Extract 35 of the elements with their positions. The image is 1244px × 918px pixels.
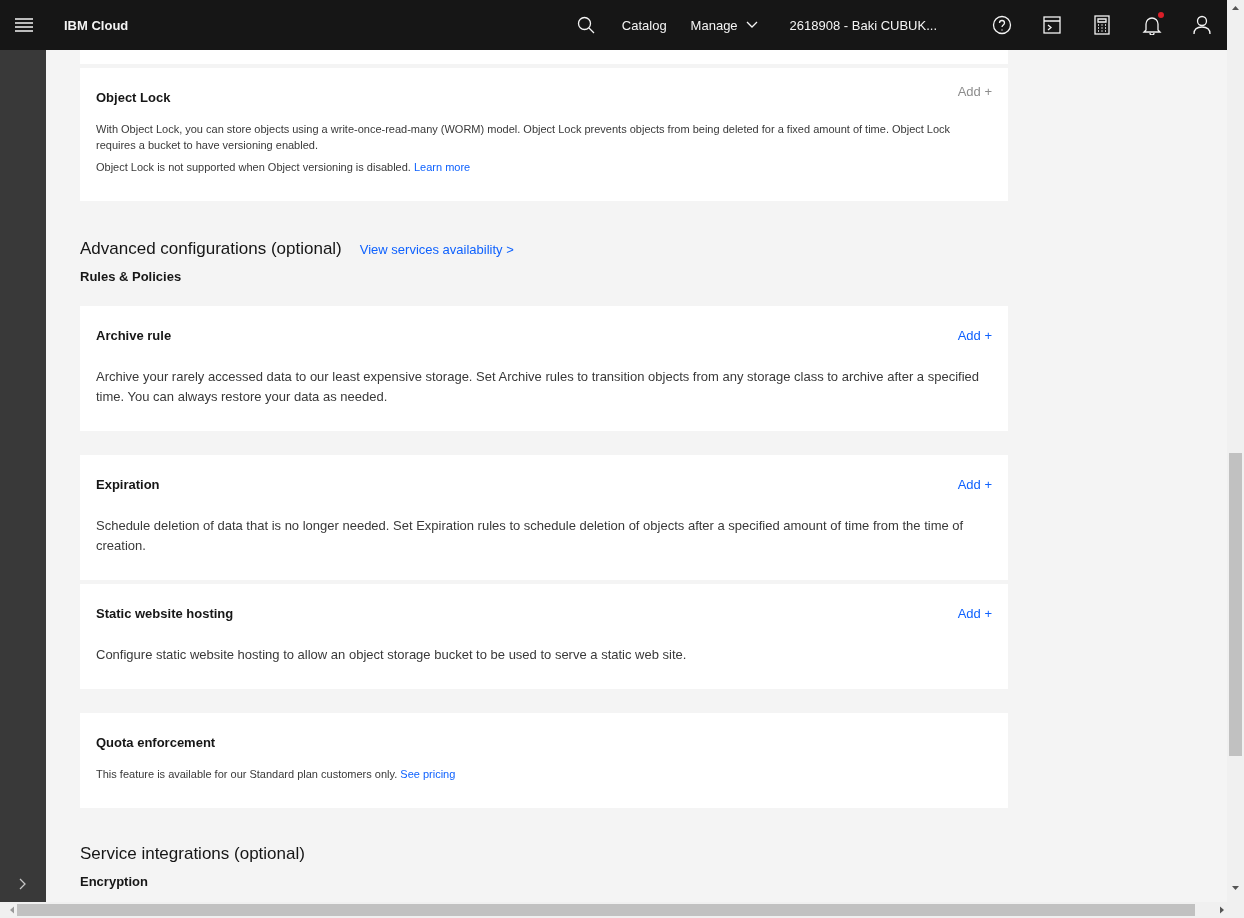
add-button[interactable]: Add +: [957, 328, 992, 343]
card-title: Quota enforcement: [96, 735, 216, 750]
card-description: Object Lock is not supported when Object versioning is disabled. Learn more: [96, 160, 472, 175]
section-heading: Service integrations (optional): [80, 844, 305, 864]
link[interactable]: View services availability >: [359, 242, 514, 257]
card-title: Expiration: [96, 477, 160, 492]
card-title: Static website hosting: [96, 606, 234, 621]
add-button[interactable]: Add +: [957, 477, 992, 492]
help-icon[interactable]: [992, 15, 1012, 35]
chevron-down-icon[interactable]: [745, 21, 758, 29]
vertical-scrollbar[interactable]: [1227, 0, 1244, 902]
notification-icon[interactable]: [1142, 15, 1162, 35]
card-title: Object Lock: [96, 90, 171, 105]
horizontal-scrollbar[interactable]: [0, 902, 1244, 918]
chevron-right-icon[interactable]: [19, 878, 27, 890]
card-title: Archive rule: [96, 328, 172, 343]
card-description: This feature is available for our Standard plan customers only. See pricing: [96, 767, 457, 782]
section-heading: Advanced configurations (optional): [80, 239, 342, 259]
user-icon[interactable]: [1193, 15, 1211, 35]
calculator-icon[interactable]: [1094, 15, 1110, 35]
account-switcher[interactable]: 2618908 - Baki CUBUK...: [789, 17, 937, 33]
card-description: Archive your rarely accessed data to our least expensive storage. Set Archive rules to transition objects from any storage class to archive after a specified time. You can always restore your data as needed.: [96, 368, 980, 406]
add-button[interactable]: Add +: [957, 606, 992, 621]
card-description: Schedule deletion of data that is no longer needed. Set Expiration rules to schedule deletion of objects after a specified amount of time from the time of creation.: [96, 517, 965, 555]
nav-item[interactable]: Manage: [678, 17, 770, 33]
subsection-heading: Rules & Policies: [80, 269, 183, 284]
brand-name[interactable]: IBM Cloud: [64, 17, 129, 33]
card-description: Configure static website hosting to allow an object storage bucket to be used to serve a static web site.: [96, 646, 688, 664]
card-description: With Object Lock, you can store objects using a write-once-read-many (WORM) model. Object Lock prevents objects from being deleted for a fixed amount of time. Object Lock requires a bucket to have versioning enabled.: [96, 122, 952, 153]
search-icon[interactable]: [576, 16, 595, 34]
menu-icon[interactable]: [15, 18, 33, 32]
terminal-icon[interactable]: [1043, 16, 1061, 34]
nav-item[interactable]: Catalog: [609, 17, 679, 33]
link[interactable]: See pricing: [400, 768, 456, 780]
subsection-heading: Encryption: [80, 874, 149, 889]
